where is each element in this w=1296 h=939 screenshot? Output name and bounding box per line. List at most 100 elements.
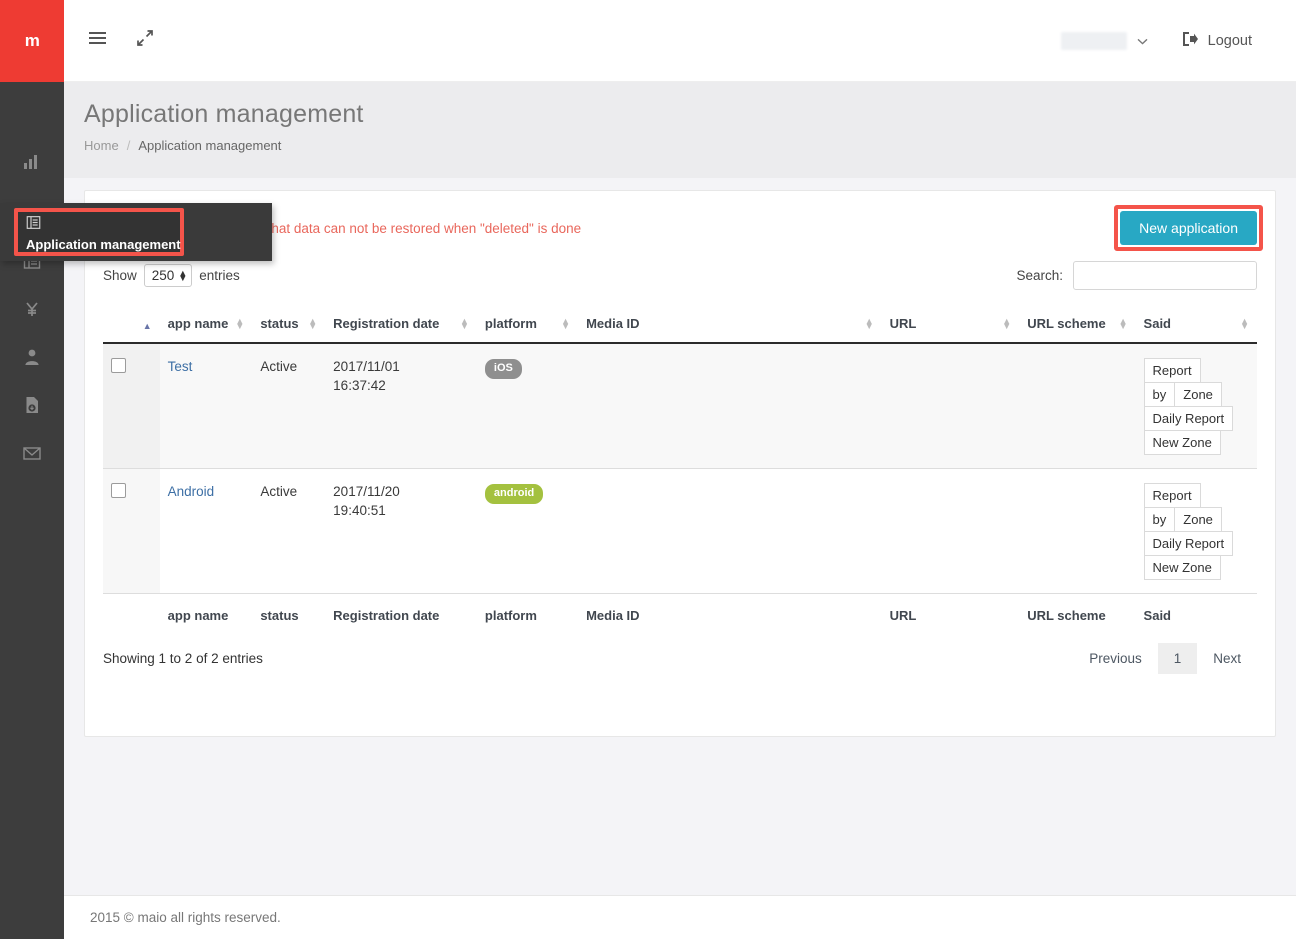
search-input[interactable] [1073, 261, 1257, 290]
table-foot: app name status Registration date platfo… [103, 594, 1257, 634]
logout-button[interactable]: Logout [1182, 31, 1252, 51]
new-zone-button[interactable]: New Zone [1144, 430, 1221, 455]
col-header-registration-date[interactable]: Registration date ▲▼ [325, 306, 477, 343]
page-title: Application management [84, 100, 1296, 129]
sidebar-item-billing[interactable] [0, 285, 64, 333]
sort-icon: ▲▼ [1240, 319, 1249, 329]
brand-logo[interactable]: m [0, 0, 64, 82]
datatable-wrapper: ▲ app name ▲▼ status [85, 298, 1275, 633]
col-header-said[interactable]: Said ▲▼ [1136, 306, 1257, 343]
sidebar-item-downloads[interactable] [0, 381, 64, 429]
brand-logo-text: m [25, 31, 40, 51]
table-body: Test Active 2017/11/01 16:37:42 iOS [103, 343, 1257, 594]
sidebar-item-account[interactable] [0, 333, 64, 381]
cell-url [882, 343, 1020, 469]
cell-media-id [578, 469, 882, 594]
table-row: Test Active 2017/11/01 16:37:42 iOS [103, 343, 1257, 469]
breadcrumb: Home / Application management [84, 138, 1296, 153]
datatable-footer: Showing 1 to 2 of 2 entries Previous 1 N… [85, 633, 1275, 694]
cell-said-actions: Report by Zone Daily Report [1136, 469, 1257, 594]
breadcrumb-home[interactable]: Home [84, 138, 119, 153]
row-actions-line1: Report [1144, 358, 1201, 382]
row-select-cell [103, 469, 160, 594]
by-button[interactable]: by [1144, 382, 1176, 407]
row-checkbox[interactable] [111, 483, 126, 498]
col-header-url[interactable]: URL ▲▼ [882, 306, 1020, 343]
app-name-link[interactable]: Android [168, 484, 215, 499]
col-label-media-id: Media ID [586, 316, 639, 331]
cell-url-scheme [1019, 469, 1135, 594]
sort-icon: ▲▼ [308, 319, 317, 329]
cell-url-scheme [1019, 343, 1135, 469]
cell-status: Active [252, 469, 325, 594]
row-actions: Report by Zone Daily Report [1144, 483, 1249, 579]
col-header-media-id[interactable]: Media ID ▲▼ [578, 306, 882, 343]
datatable-controls: Show 250 ▲▼ entries Search: [85, 255, 1275, 298]
user-menu[interactable] [1061, 32, 1148, 50]
app-root: m [0, 0, 1296, 939]
row-actions-line1: Report [1144, 483, 1201, 507]
sidebar-flyout-tooltip[interactable]: Application management [0, 203, 272, 261]
col-header-url-scheme[interactable]: URL scheme ▲▼ [1019, 306, 1135, 343]
expand-arrows-icon[interactable] [137, 30, 153, 51]
zone-button[interactable]: Zone [1174, 507, 1222, 532]
col-header-platform[interactable]: platform ▲▼ [477, 306, 578, 343]
sort-asc-icon: ▲ [143, 322, 152, 331]
daily-report-button[interactable]: Daily Report [1144, 406, 1234, 431]
col-label-url: URL [890, 316, 917, 331]
registration-date-line1: 2017/11/01 [333, 358, 469, 377]
sort-icon: ▲▼ [460, 319, 469, 329]
report-button[interactable]: Report [1144, 483, 1201, 508]
col-header-app-name[interactable]: app name ▲▼ [160, 306, 253, 343]
app-name-link[interactable]: Test [168, 359, 193, 374]
user-icon [23, 348, 41, 366]
foot-url-scheme: URL scheme [1019, 594, 1135, 634]
col-label-url-scheme: URL scheme [1027, 316, 1106, 331]
foot-select [103, 594, 160, 634]
pagination-page-1[interactable]: 1 [1158, 643, 1198, 674]
col-header-status[interactable]: status ▲▼ [252, 306, 325, 343]
entries-label: entries [199, 268, 240, 283]
registration-date-line2: 19:40:51 [333, 502, 469, 521]
table-head: ▲ app name ▲▼ status [103, 306, 1257, 343]
sidebar-flyout-highlight[interactable]: Application management [14, 208, 184, 256]
page-length-value: 250 [152, 268, 175, 283]
daily-report-button[interactable]: Daily Report [1144, 531, 1234, 556]
yen-icon [23, 300, 41, 318]
new-zone-button[interactable]: New Zone [1144, 555, 1221, 580]
sort-icon: ▲▼ [561, 319, 570, 329]
pagination-previous[interactable]: Previous [1073, 643, 1158, 674]
platform-badge: iOS [485, 359, 522, 379]
applications-table: ▲ app name ▲▼ status [103, 306, 1257, 633]
page-footer: 2015 © maio all rights reserved. [64, 895, 1296, 939]
row-actions-line3: Daily Report [1144, 406, 1234, 430]
row-actions-line3: Daily Report [1144, 531, 1234, 555]
registration-date-line2: 16:37:42 [333, 377, 469, 396]
sidebar-item-messages[interactable] [0, 429, 64, 477]
report-button[interactable]: Report [1144, 358, 1201, 383]
sort-icon: ▲▼ [235, 319, 244, 329]
foot-registration-date: Registration date [325, 594, 477, 634]
table-header-row: ▲ app name ▲▼ status [103, 306, 1257, 343]
cell-said-actions: Report by Zone Daily Report [1136, 343, 1257, 469]
col-label-app-name: app name [168, 316, 229, 331]
cell-registration-date: 2017/11/20 19:40:51 [325, 469, 477, 594]
application-panel: Deletion Please note that data can not b… [84, 190, 1276, 737]
sort-icon: ▲▼ [865, 319, 874, 329]
by-button[interactable]: by [1144, 507, 1176, 532]
cell-platform: iOS [477, 343, 578, 469]
envelope-icon [23, 444, 41, 462]
breadcrumb-separator: / [127, 138, 131, 153]
table-footer-row: app name status Registration date platfo… [103, 594, 1257, 634]
hamburger-icon[interactable] [88, 31, 107, 50]
row-checkbox[interactable] [111, 358, 126, 373]
cell-status: Active [252, 343, 325, 469]
zone-button[interactable]: Zone [1174, 382, 1222, 407]
new-application-button[interactable]: New application [1120, 211, 1257, 245]
list-alt-icon [26, 215, 172, 235]
pagination-next[interactable]: Next [1197, 643, 1257, 674]
page-length-select[interactable]: 250 ▲▼ [144, 264, 192, 287]
col-header-select[interactable]: ▲ [103, 306, 160, 343]
sidebar-item-analytics[interactable] [0, 137, 64, 185]
chevron-down-icon [1137, 35, 1148, 47]
